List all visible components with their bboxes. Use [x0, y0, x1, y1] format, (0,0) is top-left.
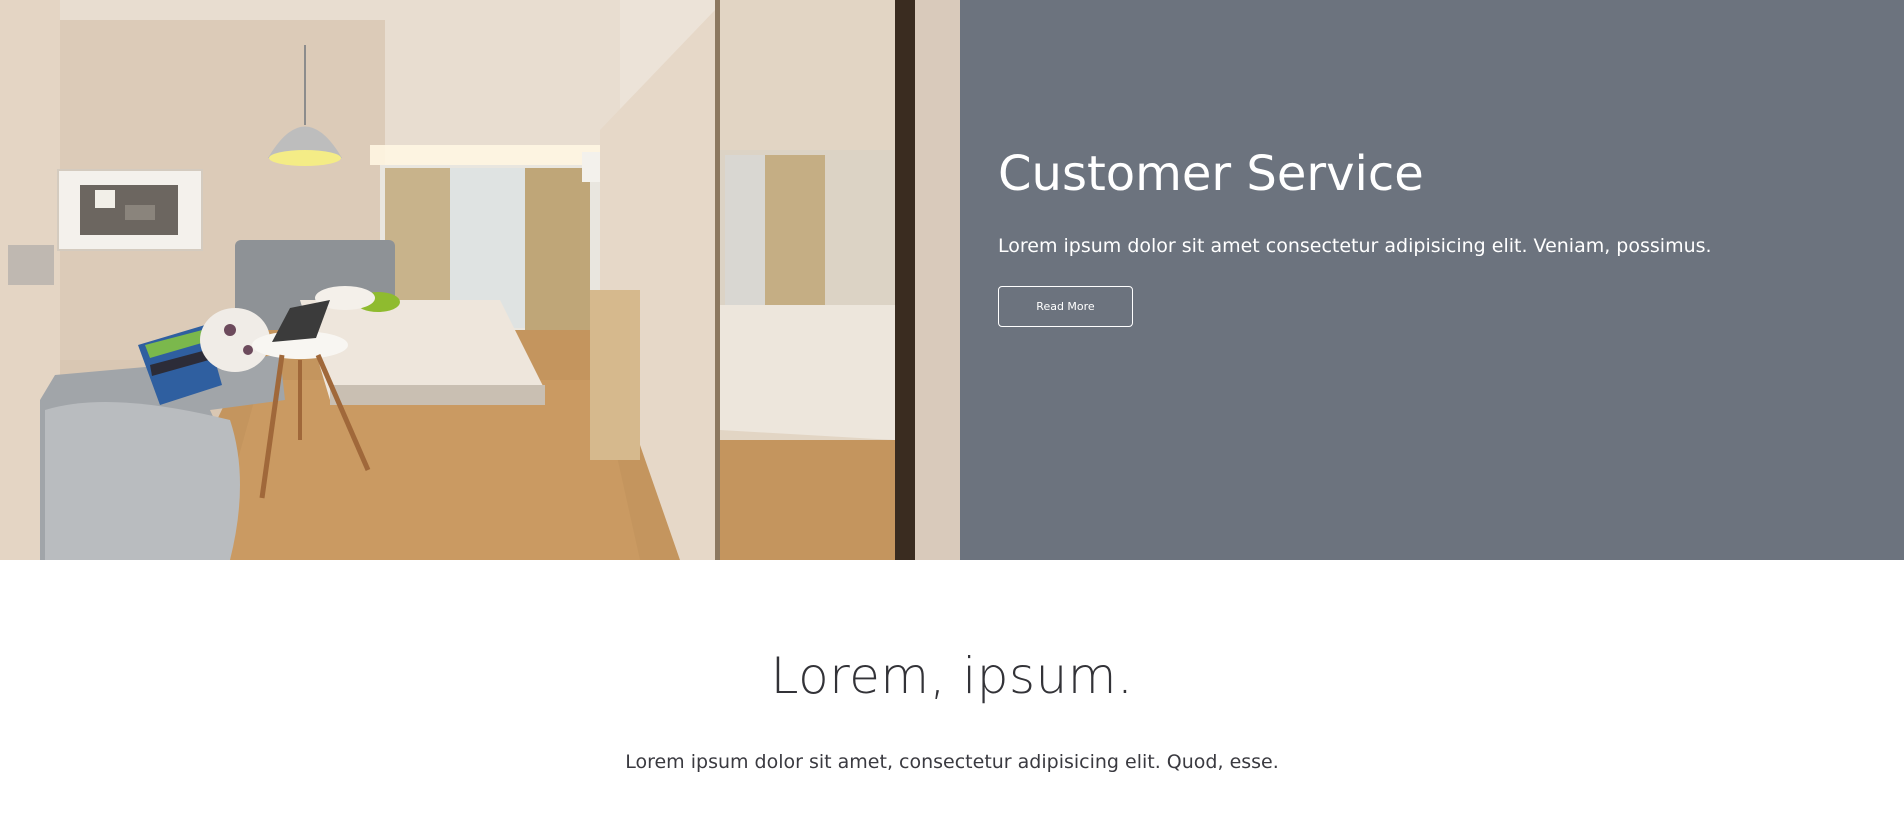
hotel-room-image [0, 0, 960, 560]
hero-description: Lorem ipsum dolor sit amet consectetur a… [998, 235, 1712, 257]
intro-section: Lorem, ipsum. Lorem ipsum dolor sit amet… [0, 560, 1904, 824]
hero-panel: Customer Service Lorem ipsum dolor sit a… [960, 0, 1904, 560]
intro-description: Lorem ipsum dolor sit amet, consectetur … [625, 751, 1279, 773]
intro-title: Lorem, ipsum. [770, 647, 1134, 705]
hero-section: Customer Service Lorem ipsum dolor sit a… [0, 0, 1904, 560]
hero-title: Customer Service [998, 146, 1424, 202]
read-more-button[interactable]: Read More [998, 286, 1133, 327]
